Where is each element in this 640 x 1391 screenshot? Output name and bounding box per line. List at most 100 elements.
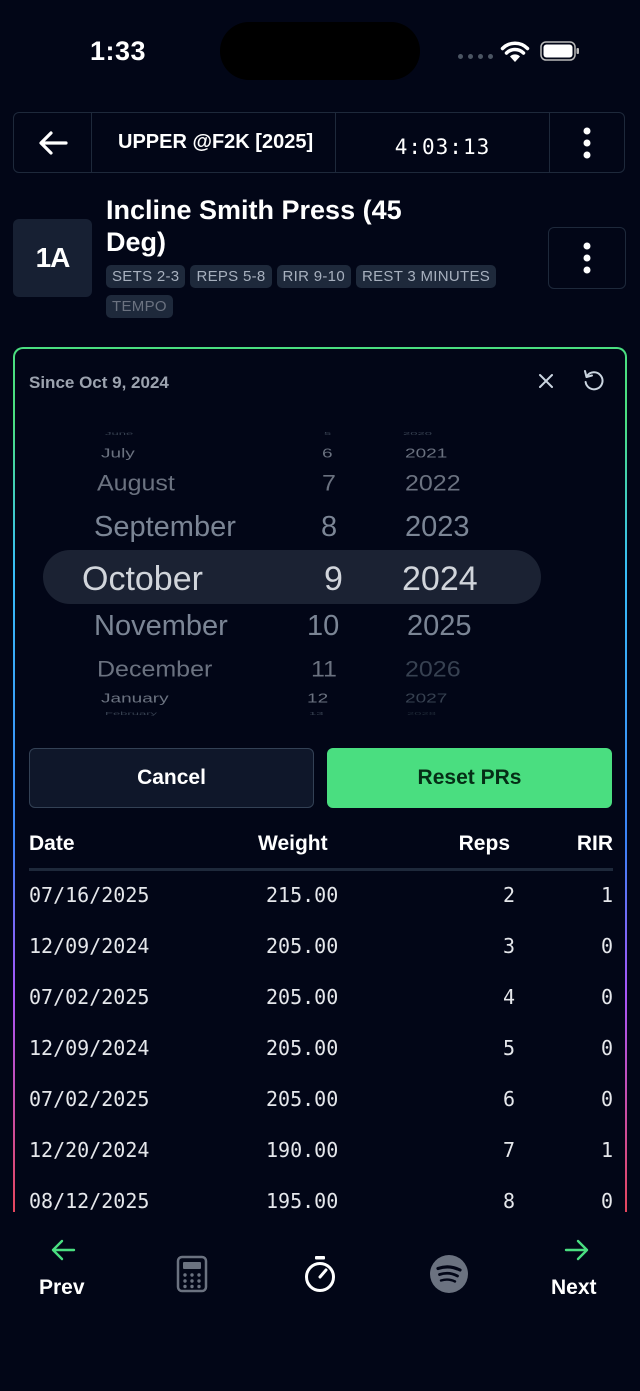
table-row: 12/20/2024 190.00 7 1 [29,1126,613,1177]
picker-day[interactable]: 8 [321,511,337,544]
picker-month[interactable]: January [101,691,169,706]
cell-rir: 1 [600,1138,613,1162]
chip-reps: REPS 5-8 [190,265,272,288]
exercise-title: Incline Smith Press (45 Deg) [106,195,402,257]
picker-month[interactable]: August [97,470,175,496]
cell-reps: 6 [502,1087,515,1111]
table-row: 12/09/2024 205.00 3 0 [29,922,613,973]
cell-reps: 3 [502,934,515,958]
reset-prs-button[interactable]: Reset PRs [327,748,612,808]
cell-date: 12/09/2024 [29,934,150,958]
col-weight: Weight [258,832,328,855]
workout-menu-button[interactable] [550,113,624,172]
picker-month[interactable]: September [94,511,236,544]
cell-weight: 195.00 [266,1189,339,1213]
picker-month[interactable]: July [101,446,135,461]
prev-button[interactable]: Prev [30,1238,96,1304]
cell-weight: 205.00 [266,1036,339,1060]
cell-rir: 0 [600,1189,613,1213]
picker-day[interactable]: 6 [322,446,333,461]
workout-header-bar: UPPER @F2K [2025] 4:03:13 [13,112,625,173]
stopwatch-icon[interactable] [303,1255,337,1293]
table-row: 07/02/2025 205.00 4 0 [29,973,613,1024]
cell-rir: 0 [600,1087,613,1111]
picker-day[interactable]: 13 [309,711,323,716]
chip-rest: REST 3 MINUTES [355,265,497,288]
table-row: 07/16/2025 215.00 2 1 [29,871,613,922]
cell-rir: 0 [600,985,613,1009]
cell-weight: 205.00 [266,934,339,958]
cell-weight: 205.00 [266,1087,339,1111]
more-vertical-icon [583,242,591,274]
chip-sets: SETS 2-3 [106,265,186,288]
reset-icon[interactable] [581,368,607,394]
picker-year[interactable]: 2024 [402,560,478,599]
picker-day[interactable]: 11 [311,656,337,682]
exercise-menu-button[interactable] [548,227,626,289]
cell-date: 07/02/2025 [29,1087,150,1111]
cell-reps: 2 [502,883,515,907]
wifi-icon [500,41,530,62]
picker-month[interactable]: October [82,560,203,599]
arrow-right-icon [564,1239,589,1261]
picker-day[interactable]: 12 [307,691,328,706]
col-reps: Reps [458,832,510,855]
spotify-icon[interactable] [429,1254,469,1294]
prev-label: Prev [39,1276,85,1299]
picker-day[interactable]: 5 [324,431,331,436]
back-arrow-icon [38,130,68,155]
workout-timer[interactable]: 4:03:13 [336,113,550,172]
picker-year[interactable]: 2021 [405,446,447,461]
cell-date: 07/02/2025 [29,985,150,1009]
more-vertical-icon [583,127,591,158]
picker-month[interactable]: June [105,431,133,436]
close-icon[interactable] [535,370,557,392]
table-row: 07/02/2025 205.00 6 0 [29,1075,613,1126]
cell-date: 08/12/2025 [29,1189,150,1213]
cell-weight: 205.00 [266,985,339,1009]
col-rir: RIR [576,832,613,855]
calculator-icon[interactable] [176,1255,208,1293]
picker-month[interactable]: February [105,711,157,716]
cell-rir: 0 [600,934,613,958]
cancel-button[interactable]: Cancel [29,748,314,808]
back-button[interactable] [14,113,92,172]
cell-weight: 215.00 [266,883,339,907]
table-row: 12/09/2024 205.00 5 0 [29,1024,613,1075]
cell-date: 12/09/2024 [29,1036,150,1060]
picker-year[interactable]: 2022 [405,470,461,496]
dynamic-island [220,22,420,80]
battery-icon [540,41,579,61]
picker-day[interactable]: 10 [307,610,339,643]
cell-date: 12/20/2024 [29,1138,150,1162]
cell-reps: 7 [502,1138,515,1162]
picker-day[interactable]: 9 [324,560,343,599]
next-label: Next [551,1276,597,1299]
picker-year[interactable]: 2025 [407,610,472,643]
pr-reset-card: Since Oct 9, 2024 June July August Septe… [13,347,627,1247]
picker-year[interactable]: 2028 [407,711,436,716]
picker-day[interactable]: 7 [322,470,336,496]
cell-reps: 4 [502,985,515,1009]
exercise-badge: 1A [13,219,92,297]
cell-rir: 0 [600,1036,613,1060]
picker-month[interactable]: December [97,656,212,682]
exercise-chips: SETS 2-3 REPS 5-8 RIR 9-10 REST 3 MINUTE… [106,265,536,318]
signal-dots-icon [458,54,493,59]
status-time: 1:33 [90,36,147,66]
chip-tempo: TEMPO [106,295,173,318]
cell-weight: 190.00 [266,1138,339,1162]
picker-year[interactable]: 2020 [403,431,432,436]
picker-year[interactable]: 2026 [405,656,461,682]
next-button[interactable]: Next [544,1238,610,1304]
cell-date: 07/16/2025 [29,883,150,907]
picker-year[interactable]: 2027 [405,691,447,706]
picker-month[interactable]: November [94,610,228,643]
date-picker[interactable]: June July August September October Novem… [15,427,625,727]
picker-year[interactable]: 2023 [405,511,470,544]
col-date: Date [29,832,75,855]
bottom-nav: Prev Next [0,1212,640,1391]
arrow-left-icon [51,1239,76,1261]
workout-title[interactable]: UPPER @F2K [2025] [92,113,336,172]
since-date-label: Since Oct 9, 2024 [29,373,169,392]
